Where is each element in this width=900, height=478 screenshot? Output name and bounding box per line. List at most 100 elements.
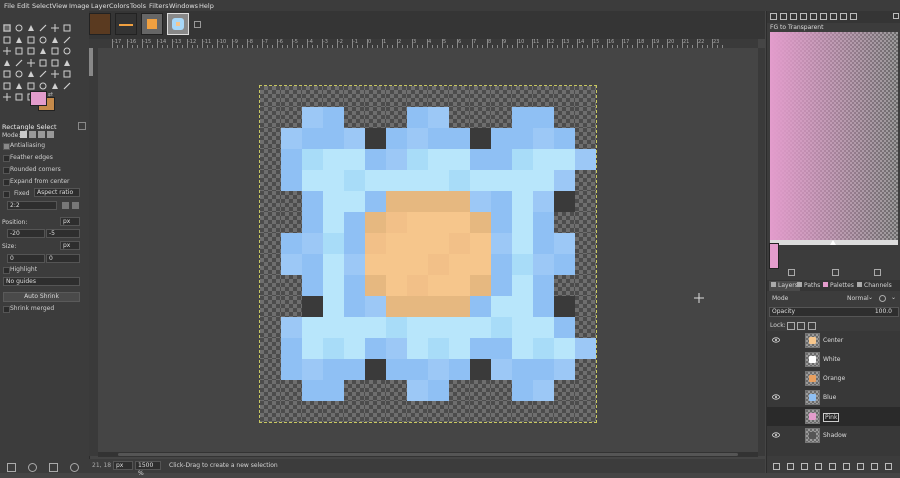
tab-paths[interactable]: Paths xyxy=(795,281,822,291)
pattern-swatch[interactable] xyxy=(769,243,779,269)
dock-tab-icon[interactable] xyxy=(830,13,837,20)
layer-mode-switch-icon[interactable]: ⌄ xyxy=(891,294,896,301)
dock-tab-icon[interactable] xyxy=(800,13,807,20)
visibility-toggle[interactable] xyxy=(772,356,780,362)
menu-help[interactable]: Help xyxy=(199,2,214,10)
raise-layer-icon[interactable] xyxy=(801,463,808,470)
reset-icon[interactable] xyxy=(70,463,79,472)
menu-select[interactable]: Select xyxy=(32,2,52,10)
pixel-art-image[interactable] xyxy=(259,85,597,423)
layer-mode-chevron-icon[interactable]: ⌄ xyxy=(868,294,873,301)
text-tool-icon[interactable] xyxy=(3,47,11,55)
menu-windows[interactable]: Windows xyxy=(169,2,198,10)
highlight-checkbox[interactable] xyxy=(3,267,10,274)
menu-filters[interactable]: Filters xyxy=(149,2,168,10)
delete-layer-icon[interactable] xyxy=(885,463,892,470)
horizontal-scrollbar[interactable] xyxy=(98,452,758,457)
size-unit-select[interactable]: px xyxy=(60,241,80,250)
unified-transform-tool-icon[interactable] xyxy=(3,59,11,67)
opacity-slider[interactable]: Opacity 100.0 xyxy=(769,307,899,317)
scissors-tool-icon[interactable] xyxy=(39,24,47,32)
dock-tab-icon[interactable] xyxy=(770,13,777,20)
visibility-toggle[interactable] xyxy=(772,413,780,419)
ink-tool-icon[interactable] xyxy=(39,70,47,78)
layer-mask-icon[interactable] xyxy=(871,463,878,470)
scale-tool-icon[interactable] xyxy=(63,59,71,67)
dock-tab-icon[interactable] xyxy=(790,13,797,20)
restore-preset-icon[interactable] xyxy=(28,463,37,472)
blur-tool-icon[interactable] xyxy=(39,82,47,90)
image-tab-thumbnail-1[interactable] xyxy=(89,13,111,35)
paintbrush-tool-icon[interactable] xyxy=(3,70,11,78)
image-tab-thumbnail-3[interactable] xyxy=(141,13,163,35)
close-image-tab-icon[interactable] xyxy=(194,21,201,28)
vertical-scrollbar[interactable] xyxy=(758,48,765,456)
align-tool-icon[interactable] xyxy=(63,24,71,32)
menu-edit[interactable]: Edit xyxy=(17,2,30,10)
gradient-reset-icon[interactable] xyxy=(832,269,839,276)
dock-tab-icon[interactable] xyxy=(780,13,787,20)
guides-select[interactable]: No guides xyxy=(3,277,80,286)
gradient-edit-icon[interactable] xyxy=(788,269,795,276)
ratio-portrait-button[interactable] xyxy=(62,202,69,209)
tab-palettes[interactable]: Palettes xyxy=(821,281,856,291)
foreground-select-tool-icon[interactable] xyxy=(27,36,35,44)
mypaint-brush-tool-icon[interactable] xyxy=(51,70,59,78)
clone-tool-icon[interactable] xyxy=(63,70,71,78)
dock-tab-icon[interactable] xyxy=(810,13,817,20)
ratio-landscape-button[interactable] xyxy=(72,202,79,209)
menu-image[interactable]: Image xyxy=(69,2,89,10)
chain-toggle[interactable] xyxy=(787,432,795,438)
position-unit-select[interactable]: px xyxy=(60,217,80,226)
layer-row[interactable]: Shadow xyxy=(767,426,900,445)
cage-tool-icon[interactable] xyxy=(39,59,47,67)
move-tool-icon[interactable] xyxy=(51,24,59,32)
dock-menu-icon[interactable] xyxy=(893,13,899,19)
mode-replace-button[interactable] xyxy=(20,131,27,138)
lock-pixels-icon[interactable] xyxy=(787,322,795,330)
tool-options-close-icon[interactable] xyxy=(78,122,86,130)
dock-tab-icon[interactable] xyxy=(850,13,857,20)
zoom-select[interactable]: 1500 % xyxy=(135,461,161,477)
rect-select-tool-icon[interactable] xyxy=(3,24,11,32)
warp-tool-icon[interactable] xyxy=(51,47,59,55)
fixed-select[interactable]: Aspect ratio xyxy=(34,188,80,197)
flip-tool-icon[interactable] xyxy=(27,58,35,67)
color-picker-tool-icon[interactable] xyxy=(15,47,23,55)
ratio-input[interactable]: 2:2 xyxy=(7,201,57,210)
shear-tool-icon[interactable] xyxy=(51,59,59,67)
fuzzy-select-tool-icon[interactable] xyxy=(39,36,47,44)
lock-position-icon[interactable] xyxy=(797,322,805,330)
anchor-layer-icon[interactable] xyxy=(843,463,850,470)
layer-row[interactable]: Pink xyxy=(767,407,900,426)
size-h-input[interactable]: 0 xyxy=(46,254,80,263)
free-select-tool-icon[interactable] xyxy=(27,24,35,32)
size-w-input[interactable]: 0 xyxy=(7,254,45,263)
save-preset-icon[interactable] xyxy=(7,463,16,472)
delete-preset-icon[interactable] xyxy=(49,463,58,472)
fixed-checkbox[interactable] xyxy=(3,191,10,198)
menu-file[interactable]: File xyxy=(4,2,15,10)
image-tab-thumbnail-2[interactable] xyxy=(115,13,137,35)
mode-add-button[interactable] xyxy=(29,131,36,138)
menu-layer[interactable]: Layer xyxy=(91,2,109,10)
eye-icon[interactable] xyxy=(772,337,780,343)
chain-toggle[interactable] xyxy=(787,375,795,381)
image-tab-thumbnail-4[interactable] xyxy=(167,13,189,35)
dock-tab-icon[interactable] xyxy=(840,13,847,20)
unit-select[interactable]: px xyxy=(113,461,133,470)
measure-tool-icon[interactable] xyxy=(27,47,35,55)
new-layer-icon[interactable] xyxy=(787,463,794,470)
dodge-tool-icon[interactable] xyxy=(51,82,59,90)
foreground-color-swatch[interactable] xyxy=(30,91,47,106)
lower-layer-icon[interactable] xyxy=(815,463,822,470)
dock-tab-icon[interactable] xyxy=(820,13,827,20)
paths-tool-icon[interactable] xyxy=(63,36,71,44)
heal-tool-icon[interactable] xyxy=(3,82,11,90)
merge-layer-icon[interactable] xyxy=(857,463,864,470)
bucket-fill-tool-icon[interactable] xyxy=(63,82,71,90)
auto-shrink-button[interactable]: Auto Shrink xyxy=(3,292,80,302)
gradient-grid-icon[interactable] xyxy=(874,269,881,276)
gradient-stop-marker[interactable] xyxy=(830,240,836,245)
layer-row[interactable]: Blue xyxy=(767,388,900,407)
